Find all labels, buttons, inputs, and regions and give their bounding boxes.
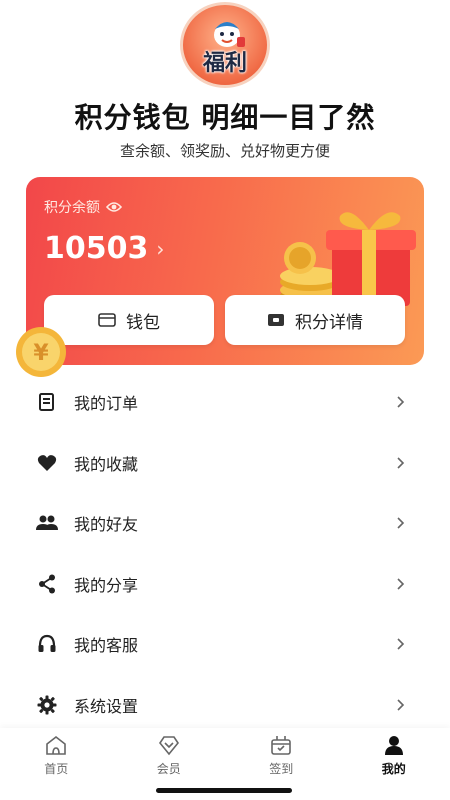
tab-home[interactable]: 首页 <box>0 728 113 800</box>
chevron-right-icon <box>397 517 405 529</box>
points-card: 积分余额 10503 › 钱包 积分详情 <box>26 177 424 365</box>
balance-amount: 10503 <box>44 231 149 266</box>
tab-label: 我的 <box>381 762 406 776</box>
points-detail-button[interactable]: 积分详情 <box>225 295 405 345</box>
welfare-badge: 福利 <box>180 2 270 88</box>
points-detail-icon <box>268 314 284 326</box>
chevron-right-icon <box>397 699 405 711</box>
balance-label-row: 积分余额 <box>44 197 122 217</box>
balance-amount-row[interactable]: 10503 › <box>44 231 164 266</box>
menu-item-label: 我的客服 <box>74 636 139 656</box>
menu-item-settings[interactable]: 系统设置 <box>26 675 424 736</box>
menu-item-orders[interactable]: 我的订单 <box>26 372 424 433</box>
home-icon <box>46 735 67 755</box>
badge-text: 福利 <box>202 51 247 76</box>
menu-item-label: 我的收藏 <box>74 454 139 474</box>
menu-item-favorites[interactable]: 我的收藏 <box>26 433 424 494</box>
eye-icon[interactable] <box>106 201 122 213</box>
wallet-button[interactable]: 钱包 <box>44 295 214 345</box>
points-detail-label: 积分详情 <box>295 312 363 333</box>
menu-item-label: 我的好友 <box>74 515 139 535</box>
share-icon <box>36 573 58 595</box>
heart-icon <box>36 452 58 474</box>
balance-label: 积分余额 <box>44 200 100 216</box>
chevron-right-icon <box>397 457 405 469</box>
menu-item-support[interactable]: 我的客服 <box>26 614 424 675</box>
chevron-right-icon <box>397 396 405 408</box>
yen-coin-icon: ¥ <box>16 327 66 377</box>
menu-item-label: 我的分享 <box>74 575 139 595</box>
balance-arrow-icon: › <box>156 236 165 261</box>
menu-item-label: 我的订单 <box>74 394 139 414</box>
profile-icon <box>384 736 403 755</box>
menu-item-label: 系统设置 <box>74 696 139 716</box>
page-subheadline: 查余额、领奖励、兑好物更方便 <box>119 142 330 160</box>
checkin-icon <box>271 736 292 755</box>
friends-icon <box>36 512 58 534</box>
tab-label: 签到 <box>269 762 294 776</box>
tab-label: 首页 <box>44 762 69 776</box>
tab-label: 会员 <box>156 762 181 776</box>
page-headline: 积分钱包 明细一目了然 <box>74 101 376 134</box>
member-icon <box>158 736 179 756</box>
chevron-right-icon <box>397 638 405 650</box>
menu-list: 我的订单 我的收藏 我的好友 我的分享 我的客服 系统设置 <box>26 372 424 735</box>
svg-text:¥: ¥ <box>33 341 49 366</box>
wallet-button-label: 钱包 <box>126 312 160 333</box>
chevron-right-icon <box>397 578 405 590</box>
wallet-icon <box>98 313 116 327</box>
order-icon <box>36 391 58 413</box>
menu-item-share[interactable]: 我的分享 <box>26 554 424 615</box>
headset-icon <box>36 633 58 655</box>
tab-profile[interactable]: 我的 <box>338 728 450 800</box>
menu-item-friends[interactable]: 我的好友 <box>26 493 424 554</box>
home-indicator <box>156 788 292 793</box>
gear-icon <box>36 694 58 716</box>
